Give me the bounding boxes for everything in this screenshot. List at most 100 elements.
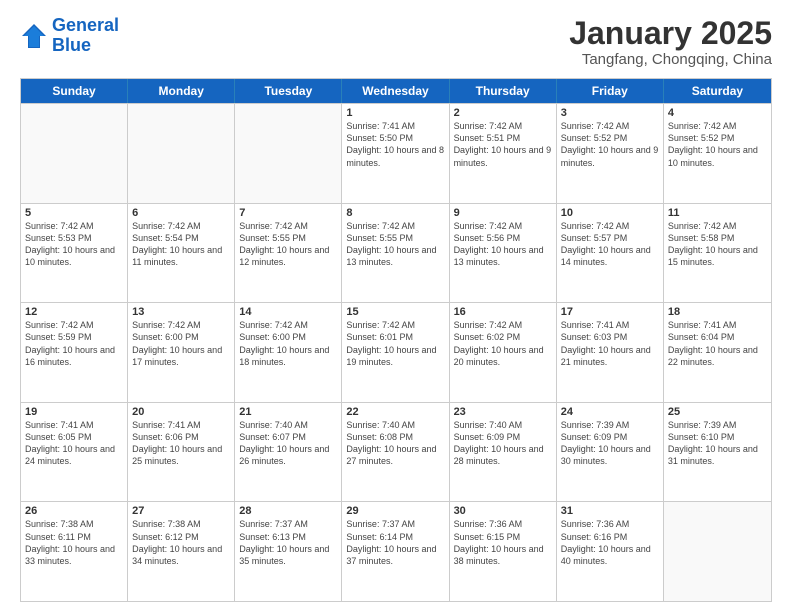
cal-cell: 29Sunrise: 7:37 AM Sunset: 6:14 PM Dayli… (342, 502, 449, 601)
cell-info: Sunrise: 7:42 AM Sunset: 5:55 PM Dayligh… (346, 220, 444, 269)
cell-date: 26 (25, 505, 123, 517)
cal-cell: 13Sunrise: 7:42 AM Sunset: 6:00 PM Dayli… (128, 303, 235, 402)
cal-cell: 2Sunrise: 7:42 AM Sunset: 5:51 PM Daylig… (450, 104, 557, 203)
cell-info: Sunrise: 7:38 AM Sunset: 6:12 PM Dayligh… (132, 518, 230, 567)
cell-date: 6 (132, 207, 230, 219)
cal-cell: 31Sunrise: 7:36 AM Sunset: 6:16 PM Dayli… (557, 502, 664, 601)
logo-line1: General (52, 15, 119, 35)
cal-cell: 10Sunrise: 7:42 AM Sunset: 5:57 PM Dayli… (557, 204, 664, 303)
cal-cell: 23Sunrise: 7:40 AM Sunset: 6:09 PM Dayli… (450, 403, 557, 502)
cell-info: Sunrise: 7:36 AM Sunset: 6:16 PM Dayligh… (561, 518, 659, 567)
cell-info: Sunrise: 7:41 AM Sunset: 6:04 PM Dayligh… (668, 319, 767, 368)
cell-info: Sunrise: 7:39 AM Sunset: 6:09 PM Dayligh… (561, 419, 659, 468)
location: Tangfang, Chongqing, China (569, 51, 772, 68)
cell-date: 16 (454, 306, 552, 318)
cell-info: Sunrise: 7:42 AM Sunset: 5:56 PM Dayligh… (454, 220, 552, 269)
cal-cell: 15Sunrise: 7:42 AM Sunset: 6:01 PM Dayli… (342, 303, 449, 402)
logo-text: General Blue (52, 16, 119, 56)
cell-info: Sunrise: 7:42 AM Sunset: 6:00 PM Dayligh… (132, 319, 230, 368)
cal-cell (235, 104, 342, 203)
cell-date: 20 (132, 406, 230, 418)
cell-info: Sunrise: 7:40 AM Sunset: 6:08 PM Dayligh… (346, 419, 444, 468)
week-row-1: 5Sunrise: 7:42 AM Sunset: 5:53 PM Daylig… (21, 203, 771, 303)
page: General Blue January 2025 Tangfang, Chon… (0, 0, 792, 612)
cell-info: Sunrise: 7:42 AM Sunset: 5:52 PM Dayligh… (561, 120, 659, 169)
cell-date: 22 (346, 406, 444, 418)
cell-info: Sunrise: 7:39 AM Sunset: 6:10 PM Dayligh… (668, 419, 767, 468)
cell-info: Sunrise: 7:36 AM Sunset: 6:15 PM Dayligh… (454, 518, 552, 567)
cell-info: Sunrise: 7:42 AM Sunset: 5:58 PM Dayligh… (668, 220, 767, 269)
cell-info: Sunrise: 7:41 AM Sunset: 6:03 PM Dayligh… (561, 319, 659, 368)
cell-date: 29 (346, 505, 444, 517)
cell-date: 1 (346, 107, 444, 119)
cal-cell (664, 502, 771, 601)
cal-cell: 22Sunrise: 7:40 AM Sunset: 6:08 PM Dayli… (342, 403, 449, 502)
cal-cell: 6Sunrise: 7:42 AM Sunset: 5:54 PM Daylig… (128, 204, 235, 303)
cell-date: 19 (25, 406, 123, 418)
cal-cell: 5Sunrise: 7:42 AM Sunset: 5:53 PM Daylig… (21, 204, 128, 303)
cell-info: Sunrise: 7:37 AM Sunset: 6:14 PM Dayligh… (346, 518, 444, 567)
cell-date: 17 (561, 306, 659, 318)
cal-cell: 14Sunrise: 7:42 AM Sunset: 6:00 PM Dayli… (235, 303, 342, 402)
cell-date: 12 (25, 306, 123, 318)
cal-cell (128, 104, 235, 203)
calendar-body: 1Sunrise: 7:41 AM Sunset: 5:50 PM Daylig… (21, 103, 771, 601)
cell-date: 27 (132, 505, 230, 517)
cal-cell: 16Sunrise: 7:42 AM Sunset: 6:02 PM Dayli… (450, 303, 557, 402)
cell-info: Sunrise: 7:37 AM Sunset: 6:13 PM Dayligh… (239, 518, 337, 567)
cell-date: 7 (239, 207, 337, 219)
cell-info: Sunrise: 7:42 AM Sunset: 5:54 PM Dayligh… (132, 220, 230, 269)
cell-date: 11 (668, 207, 767, 219)
cell-info: Sunrise: 7:42 AM Sunset: 5:59 PM Dayligh… (25, 319, 123, 368)
cal-cell: 3Sunrise: 7:42 AM Sunset: 5:52 PM Daylig… (557, 104, 664, 203)
cell-info: Sunrise: 7:40 AM Sunset: 6:09 PM Dayligh… (454, 419, 552, 468)
header: General Blue January 2025 Tangfang, Chon… (20, 16, 772, 68)
cal-cell: 11Sunrise: 7:42 AM Sunset: 5:58 PM Dayli… (664, 204, 771, 303)
week-row-4: 26Sunrise: 7:38 AM Sunset: 6:11 PM Dayli… (21, 501, 771, 601)
cell-info: Sunrise: 7:38 AM Sunset: 6:11 PM Dayligh… (25, 518, 123, 567)
cell-info: Sunrise: 7:42 AM Sunset: 5:53 PM Dayligh… (25, 220, 123, 269)
cell-date: 21 (239, 406, 337, 418)
cell-info: Sunrise: 7:42 AM Sunset: 5:51 PM Dayligh… (454, 120, 552, 169)
cell-info: Sunrise: 7:41 AM Sunset: 5:50 PM Dayligh… (346, 120, 444, 169)
month-title: January 2025 (569, 16, 772, 51)
cell-info: Sunrise: 7:42 AM Sunset: 5:52 PM Dayligh… (668, 120, 767, 169)
logo: General Blue (20, 16, 119, 56)
calendar: Sunday Monday Tuesday Wednesday Thursday… (20, 78, 772, 602)
logo-line2: Blue (52, 35, 91, 55)
cal-cell: 1Sunrise: 7:41 AM Sunset: 5:50 PM Daylig… (342, 104, 449, 203)
cal-cell: 8Sunrise: 7:42 AM Sunset: 5:55 PM Daylig… (342, 204, 449, 303)
calendar-header: Sunday Monday Tuesday Wednesday Thursday… (21, 79, 771, 103)
day-tuesday: Tuesday (235, 79, 342, 103)
cell-date: 18 (668, 306, 767, 318)
cal-cell: 7Sunrise: 7:42 AM Sunset: 5:55 PM Daylig… (235, 204, 342, 303)
cell-date: 31 (561, 505, 659, 517)
day-wednesday: Wednesday (342, 79, 449, 103)
cell-info: Sunrise: 7:42 AM Sunset: 6:01 PM Dayligh… (346, 319, 444, 368)
logo-icon (20, 22, 48, 50)
cal-cell: 9Sunrise: 7:42 AM Sunset: 5:56 PM Daylig… (450, 204, 557, 303)
cal-cell: 12Sunrise: 7:42 AM Sunset: 5:59 PM Dayli… (21, 303, 128, 402)
cell-date: 13 (132, 306, 230, 318)
cal-cell: 20Sunrise: 7:41 AM Sunset: 6:06 PM Dayli… (128, 403, 235, 502)
day-friday: Friday (557, 79, 664, 103)
day-monday: Monday (128, 79, 235, 103)
cell-info: Sunrise: 7:42 AM Sunset: 5:57 PM Dayligh… (561, 220, 659, 269)
cal-cell: 30Sunrise: 7:36 AM Sunset: 6:15 PM Dayli… (450, 502, 557, 601)
cell-info: Sunrise: 7:40 AM Sunset: 6:07 PM Dayligh… (239, 419, 337, 468)
week-row-3: 19Sunrise: 7:41 AM Sunset: 6:05 PM Dayli… (21, 402, 771, 502)
day-saturday: Saturday (664, 79, 771, 103)
week-row-2: 12Sunrise: 7:42 AM Sunset: 5:59 PM Dayli… (21, 302, 771, 402)
cell-date: 2 (454, 107, 552, 119)
cal-cell: 24Sunrise: 7:39 AM Sunset: 6:09 PM Dayli… (557, 403, 664, 502)
cell-date: 5 (25, 207, 123, 219)
cell-date: 24 (561, 406, 659, 418)
day-thursday: Thursday (450, 79, 557, 103)
cal-cell: 26Sunrise: 7:38 AM Sunset: 6:11 PM Dayli… (21, 502, 128, 601)
cal-cell (21, 104, 128, 203)
cal-cell: 17Sunrise: 7:41 AM Sunset: 6:03 PM Dayli… (557, 303, 664, 402)
cell-date: 3 (561, 107, 659, 119)
cell-date: 8 (346, 207, 444, 219)
cell-date: 4 (668, 107, 767, 119)
cell-date: 15 (346, 306, 444, 318)
